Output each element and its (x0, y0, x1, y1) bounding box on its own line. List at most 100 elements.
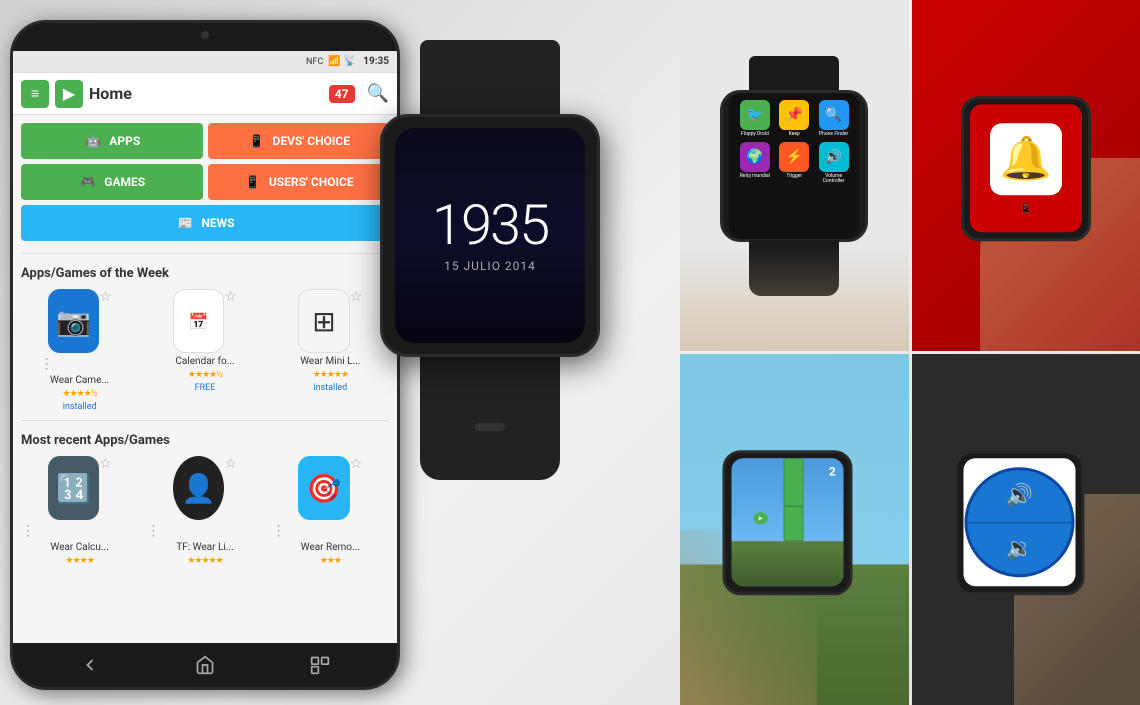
recents-button[interactable] (302, 647, 338, 683)
mini-app-flappy: 🐦 Floppy Droid (737, 100, 772, 138)
panel-strap-top-1 (749, 56, 839, 93)
app-card-camera[interactable]: 📷 ☆ ⋮ Wear Came... ★★★★½ installed (21, 289, 138, 412)
volume-watch-container: 🔊 🔉 (954, 450, 1084, 595)
tf-app-icon: 👤 (173, 456, 224, 520)
remote-app-stars: ★★★ (320, 556, 341, 566)
android-icon: 🤖 (83, 131, 103, 151)
remote-app-name: Wear Remo... (301, 542, 360, 553)
camera-app-stars: ★★★★½ (63, 389, 97, 399)
flappy-score-display: 2 (829, 464, 836, 478)
volume-watch-screen: 🔊 🔉 (963, 458, 1075, 586)
watch-side-button (475, 423, 505, 431)
calendar-app-status: FREE (195, 383, 216, 393)
section-recent-title: Most recent Apps/Games (13, 425, 397, 452)
more-dots-tf: ⋮ (146, 523, 160, 539)
mini-icon-volume: 🔊 (819, 142, 849, 172)
notif-watch-body: 🔔 📱 (961, 96, 1091, 241)
watch-strap-top (420, 40, 560, 118)
flappy-ground (732, 541, 844, 586)
camera-app-status: installed (63, 402, 97, 412)
apps-button[interactable]: 🤖 APPS (21, 123, 203, 159)
calc-app-stars: ★★★★ (66, 556, 94, 566)
status-bar: NFC 📶 📡 19:35 (13, 51, 397, 73)
mini-app-trigger: ⚡ Trigger (777, 142, 812, 185)
star-outline-2: ☆ (224, 289, 237, 305)
home-button[interactable] (187, 647, 223, 683)
notif-watch-container: 🔔 📱 (961, 96, 1091, 241)
calc-app-icon: 🔢 (48, 456, 99, 520)
panel-watch-container-1: 🐦 Floppy Droid 📌 Keep 🔍 Phone Finder (699, 56, 889, 296)
star-outline-5: ☆ (224, 456, 237, 472)
panel-watch-apps: 🐦 Floppy Droid 📌 Keep 🔍 Phone Finder (680, 0, 909, 351)
mini-app-phone: 🔍 Phone Finder (816, 100, 851, 138)
news-icon: 📰 (175, 213, 195, 233)
devs-icon: 📱 (247, 131, 267, 151)
category-buttons: 🤖 APPS 📱 DEVS' CHOICE 🎮 GAMES 📱 USERS' C… (13, 115, 397, 249)
mini-app-keep: 📌 Keep (777, 100, 812, 138)
apps-recent-grid: 🔢 ☆ ⋮ Wear Calcu... ★★★★ 👤 ☆ ⋮ TF: Wear … (13, 452, 397, 570)
volume-down-section[interactable]: 🔉 (967, 523, 1071, 575)
users-icon: 📱 (243, 172, 263, 192)
mini-label-volume: Volume Controller (816, 174, 851, 185)
games-button[interactable]: 🎮 GAMES (21, 164, 203, 200)
mini-icon-reloj: 🌍 (740, 142, 770, 172)
flappy-watch-container: ▸ 2 (723, 450, 853, 595)
calendar-app-name: Calendar fo... (175, 356, 234, 367)
nav-title: Home (89, 84, 323, 103)
watch-time-display: 1935 (432, 197, 548, 253)
mini-icon-trigger: ⚡ (779, 142, 809, 172)
hamburger-menu[interactable]: ≡ (21, 80, 49, 108)
panel-strap-bottom-1 (749, 240, 839, 295)
mini-label-keep: Keep (789, 132, 800, 138)
calc-app-name: Wear Calcu... (50, 542, 108, 553)
nfc-icon: NFC (306, 57, 323, 67)
play-nav-bar: ≡ ▶ Home 47 🔍 (13, 73, 397, 115)
phone-top-bar (13, 23, 397, 51)
play-store-icon: ▶ (55, 80, 83, 108)
phone-mockup: NFC 📶 📡 19:35 ≡ ▶ Home 47 🔍 🤖 APPS (10, 20, 400, 690)
right-panels: 🐦 Floppy Droid 📌 Keep 🔍 Phone Finder (680, 0, 1140, 705)
remote-app-icon: 🎯 (298, 456, 349, 520)
tf-app-name: TF: Wear Li... (176, 542, 233, 553)
front-camera (201, 31, 209, 39)
panel-notification: 🔔 📱 (912, 0, 1140, 351)
main-scene: NFC 📶 📡 19:35 ≡ ▶ Home 47 🔍 🤖 APPS (0, 0, 1140, 705)
mini-app-reloj: 🌍 Reloj mundial (737, 142, 772, 185)
mini-app-volume: 🔊 Volume Controller (816, 142, 851, 185)
divider-2 (21, 420, 389, 421)
camera-app-name: Wear Came... (50, 375, 109, 386)
app-card-tf[interactable]: 👤 ☆ ⋮ TF: Wear Li... ★★★★★ (146, 456, 263, 566)
calendar-app-icon: 📅 (173, 289, 224, 353)
panel-flappy-game: ▸ 2 (680, 354, 909, 705)
tf-app-stars: ★★★★★ (187, 556, 222, 566)
back-button[interactable] (72, 647, 108, 683)
volume-up-section[interactable]: 🔊 (967, 470, 1071, 523)
watch-body: 1935 15 JULIO 2014 (380, 114, 600, 357)
mini-icon-phone: 🔍 (819, 100, 849, 130)
games-icon: 🎮 (78, 172, 98, 192)
mini-icon-flappy: 🐦 (740, 100, 770, 130)
watch-screen: 1935 15 JULIO 2014 (395, 128, 585, 343)
app-card-calc[interactable]: 🔢 ☆ ⋮ Wear Calcu... ★★★★ (21, 456, 138, 566)
calendar-app-stars: ★★★★½ (188, 370, 222, 380)
panel-watch-screen-1: 🐦 Floppy Droid 📌 Keep 🔍 Phone Finder (729, 92, 859, 240)
star-outline-1: ☆ (99, 289, 112, 305)
watch-strap-bottom (420, 353, 560, 480)
phone-screen: NFC 📶 📡 19:35 ≡ ▶ Home 47 🔍 🤖 APPS (13, 51, 397, 643)
mini-label-phone: Phone Finder (819, 132, 848, 138)
divider-1 (21, 253, 389, 254)
panel-watch-body-1: 🐦 Floppy Droid 📌 Keep 🔍 Phone Finder (720, 90, 868, 242)
mini-label-trigger: Trigger (786, 174, 802, 180)
mini-icon-keep: 📌 (779, 100, 809, 130)
volume-watch-body: 🔊 🔉 (954, 450, 1084, 595)
more-dots-calc: ⋮ (21, 523, 35, 539)
flappy-watch-body: ▸ 2 (723, 450, 853, 595)
flappy-pipe-bottom-1 (784, 506, 804, 541)
mini-label-reloj: Reloj mundial (740, 174, 770, 180)
star-outline-4: ☆ (99, 456, 112, 472)
app-card-calendar[interactable]: 📅 ☆ Calendar fo... ★★★★½ FREE (146, 289, 263, 412)
mini-app-icon: ⊞ (298, 289, 349, 353)
mini-app-status: installed (313, 383, 347, 393)
news-button[interactable]: 📰 NEWS (21, 205, 389, 241)
volume-circle-display: 🔊 🔉 (964, 467, 1074, 577)
